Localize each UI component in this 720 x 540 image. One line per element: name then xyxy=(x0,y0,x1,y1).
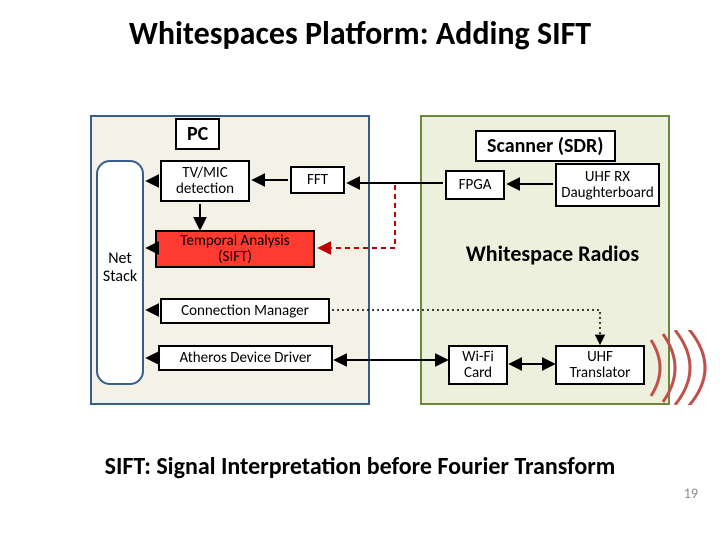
rf-waves-icon xyxy=(645,330,715,405)
fpga-box: FPGA xyxy=(445,170,505,200)
net-stack-line1: Net xyxy=(108,249,132,268)
wifi-card-box: Wi-Fi Card xyxy=(448,345,508,385)
uhfrx-line1: UHF RX xyxy=(585,168,630,186)
fft-box: FFT xyxy=(290,166,345,194)
pc-panel-title: PC xyxy=(175,118,220,150)
sift-line2: (SIFT) xyxy=(218,248,252,266)
cm-label: Connection Manager xyxy=(181,303,309,320)
atheros-driver-box: Atheros Device Driver xyxy=(158,345,333,371)
uhft-line2: Translator xyxy=(570,364,631,382)
net-stack-label: Net Stack xyxy=(95,250,145,285)
tvmic-line1: TV/MIC xyxy=(182,164,227,182)
fft-label: FFT xyxy=(307,172,328,189)
wifi-line2: Card xyxy=(464,364,492,382)
whitespace-radios-label: Whitespace Radios xyxy=(440,240,665,267)
add-label: Atheros Device Driver xyxy=(179,350,311,367)
uhfrx-line2: Daughterboard xyxy=(561,184,654,202)
wifi-line1: Wi-Fi xyxy=(462,348,494,366)
uhf-rx-box: UHF RX Daughterboard xyxy=(555,163,660,207)
slide-title: Whitespaces Platform: Adding SIFT xyxy=(0,0,720,59)
sdr-panel-title: Scanner (SDR) xyxy=(475,130,616,162)
net-stack-line2: Stack xyxy=(103,267,137,286)
connection-manager-box: Connection Manager xyxy=(160,298,330,324)
footer-caption: SIFT: Signal Interpretation before Fouri… xyxy=(0,452,720,481)
uhf-translator-box: UHF Translator xyxy=(555,345,645,385)
page-number: 19 xyxy=(684,485,698,502)
sift-box: Temporal Analysis (SIFT) xyxy=(155,230,315,268)
uhft-line1: UHF xyxy=(587,348,613,366)
sift-line1: Temporal Analysis xyxy=(180,232,289,250)
tvmic-line2: detection xyxy=(176,180,234,198)
fpga-label: FPGA xyxy=(459,177,492,194)
tvmic-detection-box: TV/MIC detection xyxy=(160,160,250,202)
